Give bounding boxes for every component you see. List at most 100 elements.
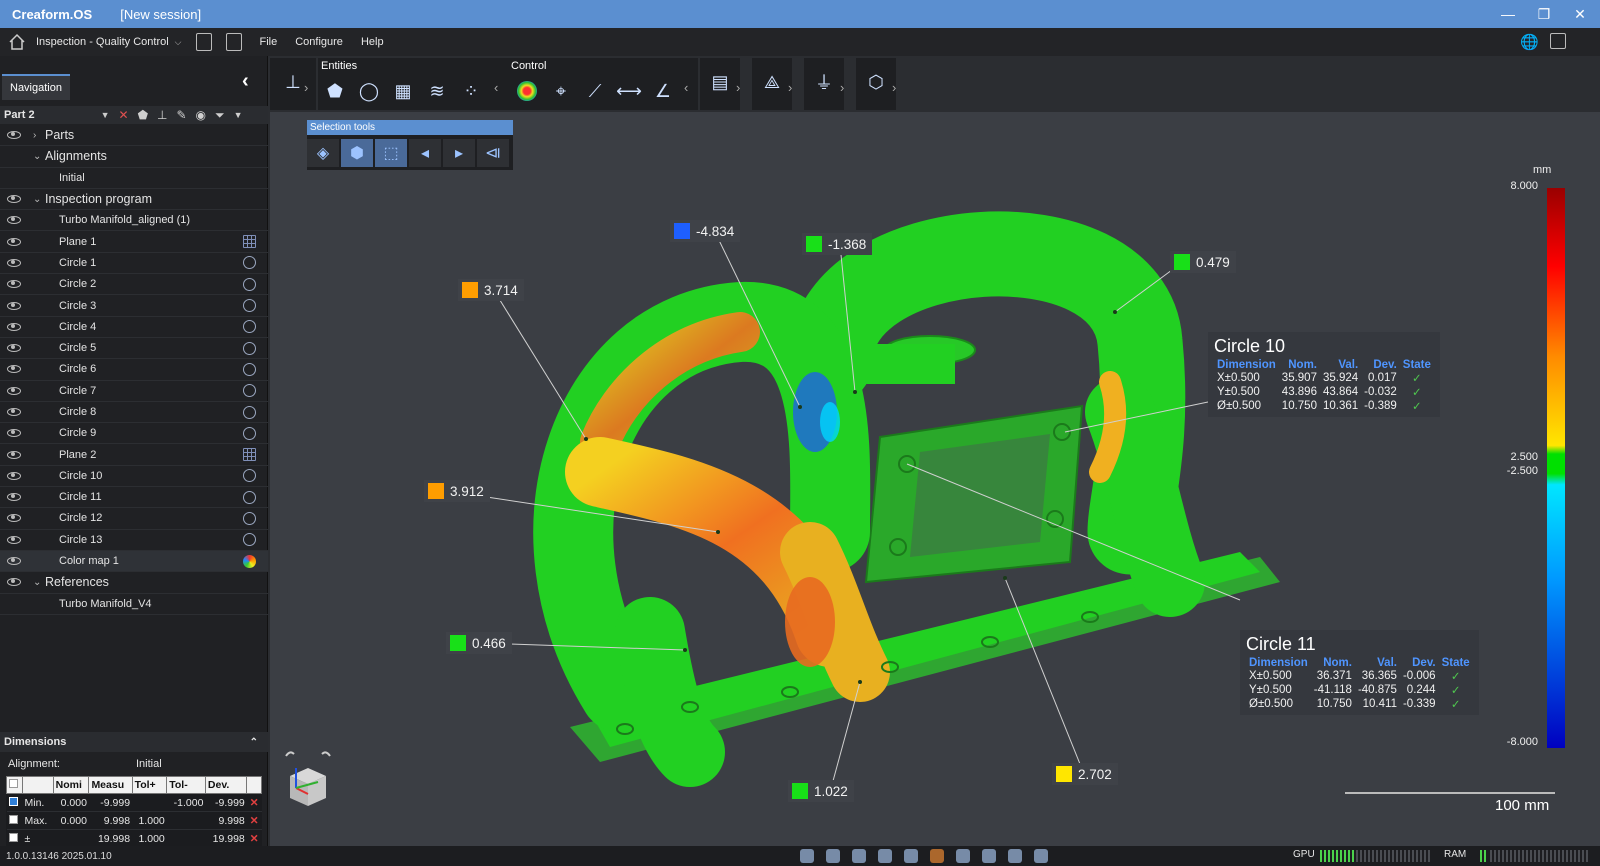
save-icon[interactable] (225, 33, 242, 51)
surface-icon[interactable] (852, 849, 866, 863)
navigation-cube-icon[interactable] (280, 748, 336, 814)
eye-icon[interactable] (7, 493, 21, 502)
mesh-icon[interactable] (826, 849, 840, 863)
tree-item[interactable]: Circle 12 (0, 508, 268, 530)
plane-grid-icon[interactable]: ▦ (388, 77, 418, 105)
eye-icon[interactable] (7, 258, 21, 267)
home-icon[interactable] (8, 33, 26, 51)
cube-icon[interactable]: ⬡ (861, 68, 891, 96)
column-header[interactable]: Tol- (166, 776, 206, 794)
color-map-toggle-icon[interactable] (930, 849, 944, 863)
row-checkbox[interactable] (6, 793, 23, 812)
deviation-callout[interactable]: -1.368 (802, 233, 873, 255)
tree-item[interactable]: Circle 4 (0, 317, 268, 338)
row-checkbox[interactable] (6, 811, 23, 830)
angle-icon[interactable]: ∠ (648, 77, 678, 105)
tree-item[interactable]: Circle 9 (0, 423, 268, 445)
cad-icon[interactable] (956, 849, 970, 863)
column-header[interactable]: Nomi (52, 776, 90, 794)
tab-navigation[interactable]: Navigation (2, 74, 70, 100)
eye-icon[interactable] (7, 535, 21, 544)
features-icon[interactable] (904, 849, 918, 863)
chevron-right-icon[interactable]: › (736, 80, 740, 95)
collapse-panel-icon[interactable]: ‹ (242, 70, 249, 93)
menu-file[interactable]: File (260, 36, 278, 48)
solid-icon[interactable] (878, 849, 892, 863)
tree-item[interactable]: Plane 1 (0, 231, 268, 253)
eye-icon[interactable] (7, 557, 21, 566)
tree-item[interactable]: Turbo Manifold_V4 (0, 594, 268, 615)
eye-icon[interactable] (7, 365, 21, 374)
select-all-checkbox[interactable] (5, 776, 24, 794)
column-header[interactable]: Measu (88, 776, 133, 794)
circle-entity-icon[interactable]: ◯ (354, 77, 384, 105)
chevron-right-icon[interactable]: › (33, 130, 45, 141)
hand-icon[interactable] (800, 849, 814, 863)
chevron-left-icon[interactable]: ‹ (494, 80, 498, 95)
tree-item[interactable]: Circle 10 (0, 466, 268, 488)
deviation-callout[interactable]: -4.834 (670, 220, 741, 242)
probe-toggle-icon[interactable] (1008, 849, 1022, 863)
tree-item[interactable]: Circle 2 (0, 274, 268, 296)
tree-item[interactable]: Circle 13 (0, 530, 268, 551)
tree-item[interactable]: Color map 1 (0, 550, 268, 573)
shapes-play-icon[interactable]: ⟁ (757, 68, 787, 96)
eye-icon[interactable] (7, 450, 21, 459)
chevron-down-icon[interactable]: ▼ (234, 110, 243, 120)
tree-item[interactable]: ⌄ Inspection program (0, 189, 268, 211)
eye-icon[interactable] (7, 301, 21, 310)
table-row[interactable]: ±19.998 1.000 19.998 ✕ (6, 829, 262, 848)
layers-icon[interactable]: ≋ (422, 77, 452, 105)
deviation-callout[interactable]: 3.912 (424, 480, 490, 502)
tree-item[interactable]: Circle 11 (0, 487, 268, 509)
3d-viewport[interactable]: Selection tools ◈ ⬢ ⬚ ◂ ▸ ⧏ -4.834 -1.36… (270, 112, 1600, 846)
circle-11-info-panel[interactable]: Circle 11 Dimension Nom. Val. Dev. State… (1240, 630, 1479, 715)
filter-icon[interactable]: ⏷ (215, 108, 225, 123)
eye-icon[interactable] (7, 386, 21, 395)
tree-item[interactable]: Turbo Manifold_aligned (1) (0, 210, 268, 232)
axis-toggle-icon[interactable] (1034, 849, 1048, 863)
measure-distance-icon[interactable]: ⟷ (614, 77, 644, 105)
eye-icon[interactable] (7, 195, 21, 204)
chevron-right-icon[interactable]: › (892, 80, 896, 95)
tree-item[interactable]: Plane 2 (0, 444, 268, 466)
feature-shapes-icon[interactable]: ⬟ (320, 77, 350, 105)
tree-item[interactable]: Circle 7 (0, 381, 268, 402)
chevron-right-icon[interactable]: › (788, 80, 792, 95)
alignment-value[interactable]: Initial (136, 758, 162, 770)
eye-icon[interactable] (7, 429, 21, 438)
color-map-icon[interactable] (512, 77, 542, 105)
help-chat-icon[interactable] (1550, 33, 1566, 49)
deviation-callout[interactable]: 0.466 (446, 632, 512, 654)
turbo-manifold-model[interactable] (270, 112, 1600, 846)
tree-item[interactable]: Circle 1 (0, 253, 268, 275)
eye-icon[interactable] (7, 514, 21, 523)
sections-icon[interactable] (982, 849, 996, 863)
eye-icon[interactable] (7, 344, 21, 353)
deviation-callout[interactable]: 3.714 (458, 279, 524, 301)
circle-10-info-panel[interactable]: Circle 10 Dimension Nom. Val. Dev. State… (1208, 332, 1440, 417)
eye-icon[interactable] (7, 408, 21, 416)
eye-icon[interactable] (7, 280, 21, 289)
table-row[interactable]: Min. 0.000 -9.999 -1.000 -9.999 ✕ (6, 793, 262, 812)
chevron-right-icon[interactable]: › (840, 80, 844, 95)
mode-selector[interactable]: Inspection - Quality Control (36, 36, 169, 48)
tree-item[interactable]: › Parts (0, 125, 268, 147)
chevron-up-icon[interactable]: ⌃ (250, 737, 258, 748)
menu-help[interactable]: Help (361, 36, 384, 48)
part-selector[interactable]: Part 2 ▼ ✕ ⬟ ⊥ ✎ ◉ ⏷ ▼ (0, 106, 268, 124)
axis-icon[interactable]: ⊥ (157, 108, 167, 122)
chevron-down-icon[interactable]: ⌄ (33, 577, 45, 588)
eye-icon[interactable] (7, 578, 21, 587)
maximize-button[interactable]: ❐ (1526, 0, 1562, 28)
probe-icon[interactable]: ⟋ (580, 77, 610, 105)
tree-item[interactable]: Circle 3 (0, 295, 268, 317)
scanner-icon[interactable]: ⏚ (809, 68, 839, 96)
eye-icon[interactable]: ◉ (196, 108, 206, 122)
globe-icon[interactable]: 🌐 (1520, 33, 1539, 51)
tree-item[interactable]: Circle 6 (0, 359, 268, 381)
shapes-icon[interactable]: ⬟ (138, 108, 148, 122)
chevron-right-icon[interactable]: › (304, 80, 308, 95)
close-button[interactable]: ✕ (1562, 0, 1598, 28)
new-file-icon[interactable] (195, 33, 212, 51)
